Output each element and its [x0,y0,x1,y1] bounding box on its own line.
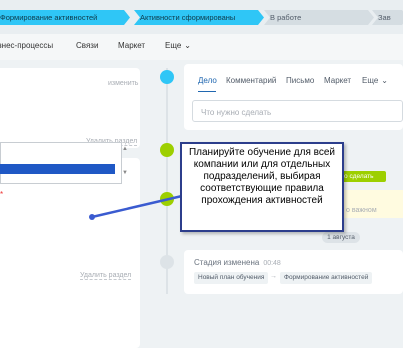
tooltip-callout: Планируйте обучение для всей компании ил… [180,142,344,232]
callout-text: Планируйте обучение для всей компании ил… [188,147,336,206]
